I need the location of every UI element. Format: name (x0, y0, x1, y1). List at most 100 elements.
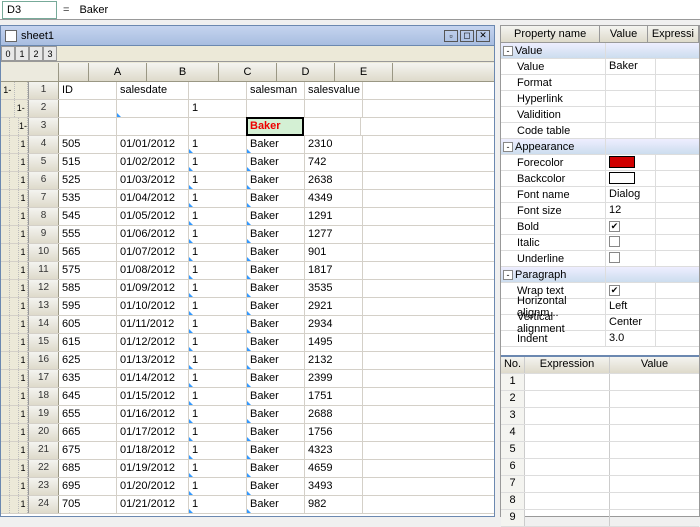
outline-toggle[interactable] (1, 352, 10, 369)
outline-toggle[interactable] (10, 154, 19, 171)
prop-hdr-name[interactable]: Property name (501, 26, 600, 42)
outline-toggle[interactable]: 1 (19, 226, 28, 243)
cell[interactable]: 1 (189, 154, 247, 171)
color-swatch[interactable] (609, 156, 635, 168)
expr-value[interactable] (610, 476, 699, 492)
expr-expression[interactable] (525, 374, 610, 390)
outline-toggle[interactable] (10, 478, 19, 495)
cell[interactable]: Baker (247, 370, 305, 387)
prop-value[interactable] (606, 155, 656, 170)
row-number[interactable]: 15 (29, 334, 59, 351)
cell[interactable]: 1 (189, 244, 247, 261)
outline-toggle[interactable] (1, 478, 10, 495)
outline-toggle[interactable] (10, 262, 19, 279)
prop-hdr-value[interactable]: Value (600, 26, 648, 42)
expr-row[interactable]: 8 (501, 493, 699, 510)
cell[interactable] (189, 118, 247, 135)
collapse-icon[interactable]: - (503, 142, 513, 152)
cell[interactable]: Baker (247, 154, 305, 171)
col-header-c[interactable]: C (219, 63, 277, 81)
row-number[interactable]: 10 (29, 244, 59, 261)
outline-toggle[interactable] (1, 100, 15, 117)
outline-toggle[interactable] (10, 388, 19, 405)
cell[interactable]: 982 (305, 496, 363, 513)
cell[interactable]: 1817 (305, 262, 363, 279)
col-header-e[interactable]: E (335, 63, 393, 81)
cell[interactable]: 01/14/2012 (117, 370, 189, 387)
outline-toggle[interactable]: 1 (19, 262, 28, 279)
expr-hdr-expr[interactable]: Expression (525, 357, 610, 373)
cell[interactable]: Baker (247, 190, 305, 207)
outline-toggle[interactable]: 1 (19, 460, 28, 477)
cell[interactable]: 01/17/2012 (117, 424, 189, 441)
row-number[interactable]: 20 (29, 424, 59, 441)
cell[interactable]: salesvalue (305, 82, 363, 99)
col-header-d[interactable]: D (277, 63, 335, 81)
cell[interactable]: 1 (189, 190, 247, 207)
cell[interactable]: 1277 (305, 226, 363, 243)
close-icon[interactable]: ✕ (476, 30, 490, 42)
property-row[interactable]: Vertical alignmentCenter (501, 315, 699, 331)
row-number[interactable]: 14 (29, 316, 59, 333)
cell[interactable]: 01/20/2012 (117, 478, 189, 495)
cell[interactable]: 525 (59, 172, 117, 189)
cell[interactable]: 01/07/2012 (117, 244, 189, 261)
outline-toggle[interactable] (10, 406, 19, 423)
row-number[interactable]: 9 (29, 226, 59, 243)
cell[interactable]: Baker (247, 496, 305, 513)
outline-toggle[interactable] (1, 244, 10, 261)
cell[interactable]: Baker (247, 298, 305, 315)
property-row[interactable]: -Paragraph (501, 267, 699, 283)
outline-3[interactable]: 3 (43, 46, 57, 61)
expr-row[interactable]: 6 (501, 459, 699, 476)
cell[interactable]: 1 (189, 370, 247, 387)
outline-toggle[interactable]: 1 (19, 496, 28, 513)
formula-value[interactable]: Baker (75, 2, 700, 18)
property-row[interactable]: Format (501, 75, 699, 91)
property-row[interactable]: Forecolor (501, 155, 699, 171)
checkbox[interactable] (609, 236, 620, 247)
outline-toggle[interactable] (10, 172, 19, 189)
outline-toggle[interactable] (10, 190, 19, 207)
outline-toggle[interactable]: 1 (19, 352, 28, 369)
row-number[interactable]: 5 (29, 154, 59, 171)
cell[interactable]: Baker (247, 280, 305, 297)
cell[interactable]: 01/08/2012 (117, 262, 189, 279)
cell[interactable]: 1 (189, 352, 247, 369)
expr-row[interactable]: 4 (501, 425, 699, 442)
cell[interactable]: 01/10/2012 (117, 298, 189, 315)
outline-toggle[interactable]: 1 (19, 190, 28, 207)
outline-toggle[interactable]: 1 (19, 154, 28, 171)
cell[interactable]: 1 (189, 334, 247, 351)
prop-value[interactable] (606, 91, 656, 106)
cell[interactable]: 1 (189, 298, 247, 315)
col-header-a[interactable]: A (89, 63, 147, 81)
cell[interactable]: 1 (189, 226, 247, 243)
cell[interactable]: 2921 (305, 298, 363, 315)
row-number[interactable]: 12 (29, 280, 59, 297)
minimize-icon[interactable]: ▫ (444, 30, 458, 42)
cell[interactable] (117, 100, 189, 117)
property-row[interactable]: Font nameDialog (501, 187, 699, 203)
outline-toggle[interactable] (10, 280, 19, 297)
cell[interactable]: 1 (189, 316, 247, 333)
row-number[interactable]: 19 (29, 406, 59, 423)
outline-toggle[interactable] (10, 208, 19, 225)
property-row[interactable]: ValueBaker (501, 59, 699, 75)
outline-toggle[interactable] (1, 370, 10, 387)
row-number[interactable]: 3 (29, 118, 59, 135)
expr-value[interactable] (610, 459, 699, 475)
cell[interactable]: 625 (59, 352, 117, 369)
outline-toggle[interactable]: 1 (19, 478, 28, 495)
property-row[interactable]: Indent3.0 (501, 331, 699, 347)
prop-value[interactable]: Dialog (606, 187, 656, 202)
cell[interactable]: 742 (305, 154, 363, 171)
cell[interactable]: 1 (189, 280, 247, 297)
outline-toggle[interactable] (1, 334, 10, 351)
outline-toggle[interactable] (1, 262, 10, 279)
expr-row[interactable]: 7 (501, 476, 699, 493)
prop-value[interactable]: ✔ (606, 283, 656, 298)
expr-expression[interactable] (525, 459, 610, 475)
outline-toggle[interactable]: 1 (19, 244, 28, 261)
cell[interactable]: salesdate (117, 82, 189, 99)
